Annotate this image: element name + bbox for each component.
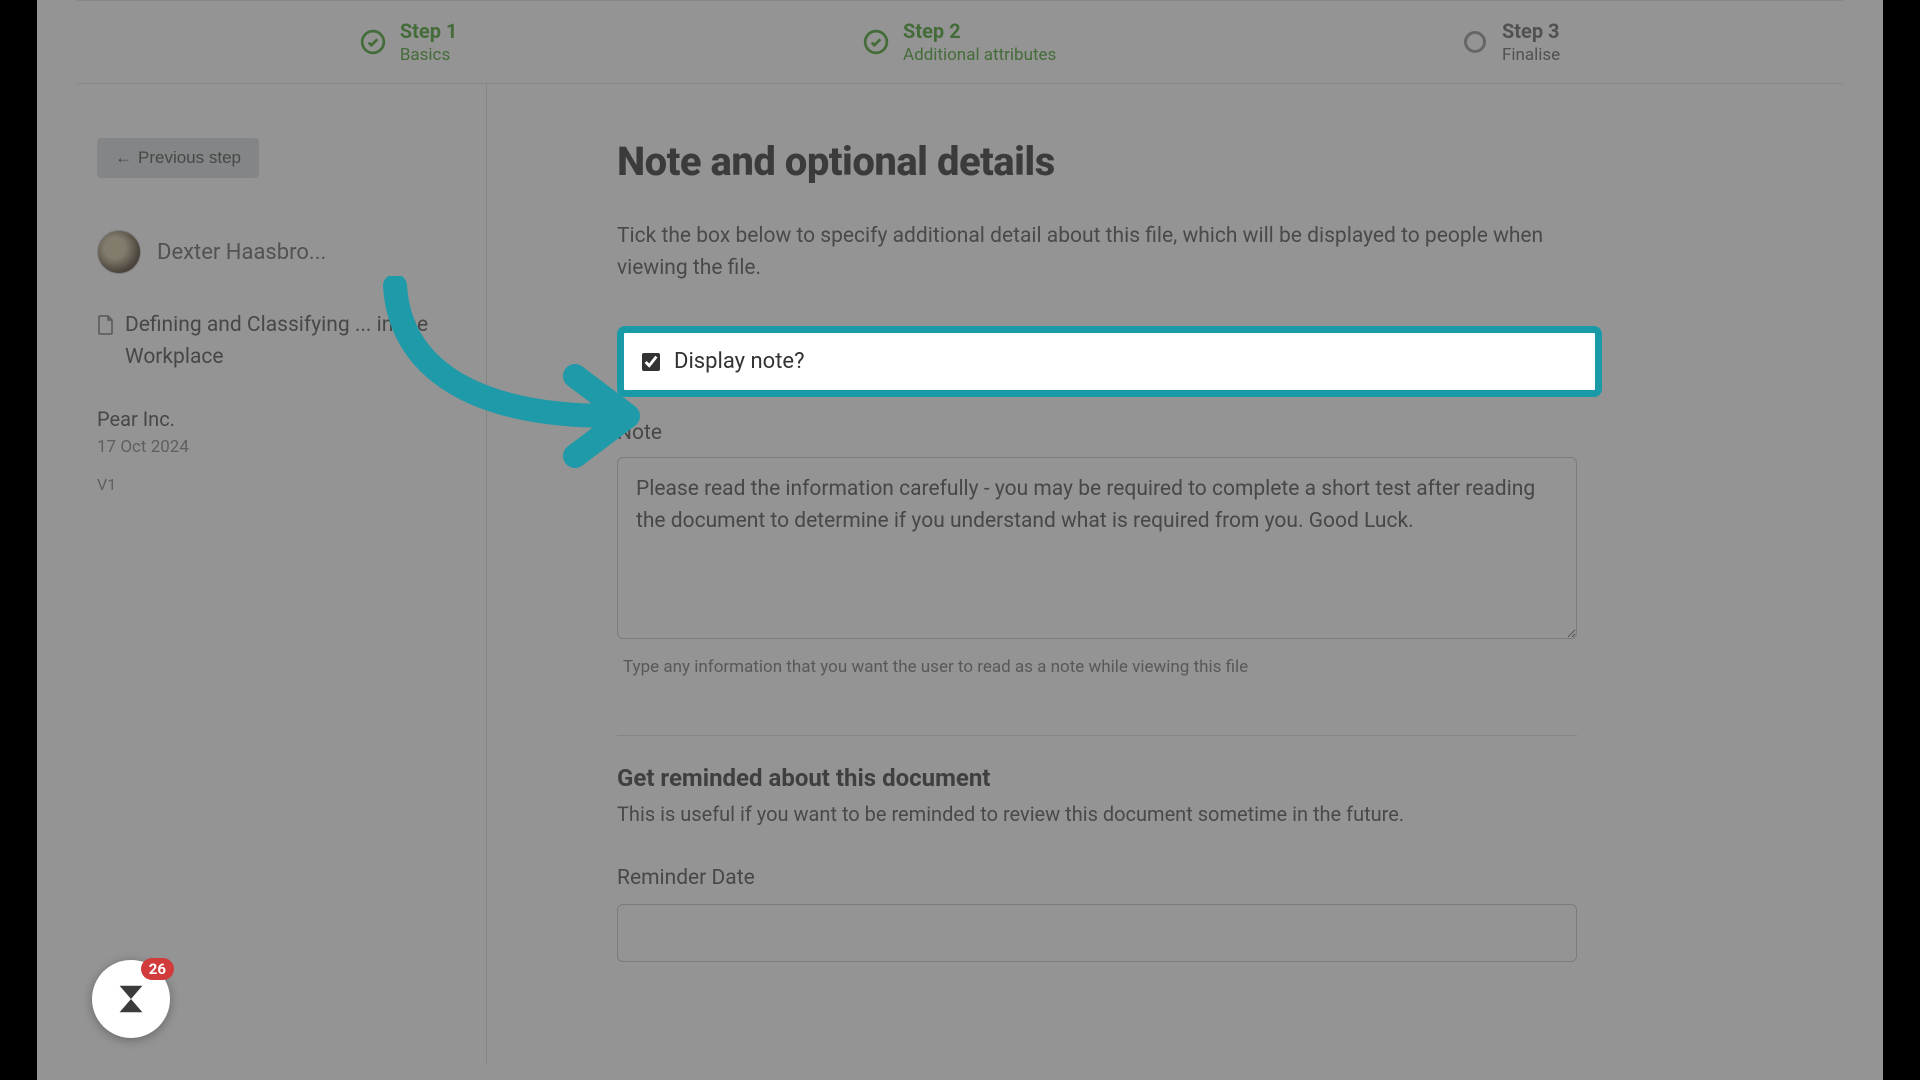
step-subtitle: Finalise	[1502, 45, 1560, 65]
reminder-date-label: Reminder Date	[617, 866, 1753, 890]
sidebar: ← Previous step Dexter Haasbro... Defini…	[77, 84, 487, 1064]
note-label: Note	[617, 421, 1753, 445]
document-version: V1	[97, 475, 456, 494]
intro-text: Tick the box below to specify additional…	[617, 221, 1547, 284]
file-pdf-icon	[97, 315, 115, 335]
step-title: Step 3	[1502, 19, 1560, 43]
step-additional-attributes[interactable]: Step 2 Additional attributes	[863, 19, 1056, 65]
reminder-section-desc: This is useful if you want to be reminde…	[617, 802, 1753, 826]
display-note-checkbox[interactable]	[642, 353, 660, 371]
page-title: Note and optional details	[617, 138, 1753, 185]
wizard-stepper: Step 1 Basics Step 2 Additional attribut…	[77, 0, 1843, 84]
step-subtitle: Basics	[400, 45, 458, 65]
check-circle-icon	[863, 29, 889, 55]
document-title: Defining and Classifying ... in the Work…	[125, 310, 456, 373]
user-row: Dexter Haasbro...	[97, 230, 456, 274]
previous-step-label: Previous step	[138, 148, 241, 168]
display-note-label: Display note?	[674, 349, 804, 374]
document-title-row: Defining and Classifying ... in the Work…	[97, 310, 456, 373]
step-basics[interactable]: Step 1 Basics	[360, 19, 458, 65]
chat-widget[interactable]: 26	[92, 960, 172, 1040]
reminder-date-input[interactable]	[617, 904, 1577, 962]
previous-step-button[interactable]: ← Previous step	[97, 138, 259, 178]
step-title: Step 2	[903, 19, 1056, 43]
app-wrapper: Step 1 Basics Step 2 Additional attribut…	[37, 0, 1883, 1080]
step-title: Step 1	[400, 19, 458, 43]
company-name: Pear Inc.	[97, 407, 456, 431]
main-content: Note and optional details Tick the box b…	[487, 84, 1843, 1064]
step-subtitle: Additional attributes	[903, 45, 1056, 65]
avatar	[97, 230, 141, 274]
chat-logo-icon	[112, 980, 150, 1018]
note-textarea[interactable]	[617, 457, 1577, 639]
chat-notification-badge: 26	[141, 958, 174, 980]
check-circle-icon	[360, 29, 386, 55]
reminder-section-title: Get reminded about this document	[617, 764, 1753, 792]
note-helper-text: Type any information that you want the u…	[623, 657, 1753, 677]
user-name: Dexter Haasbro...	[157, 240, 326, 265]
arrow-left-icon: ←	[115, 148, 132, 168]
display-note-checkbox-row[interactable]: Display note?	[617, 326, 1602, 397]
section-divider	[617, 735, 1577, 736]
circle-open-icon	[1462, 29, 1488, 55]
document-date: 17 Oct 2024	[97, 437, 456, 457]
step-finalise[interactable]: Step 3 Finalise	[1462, 19, 1560, 65]
